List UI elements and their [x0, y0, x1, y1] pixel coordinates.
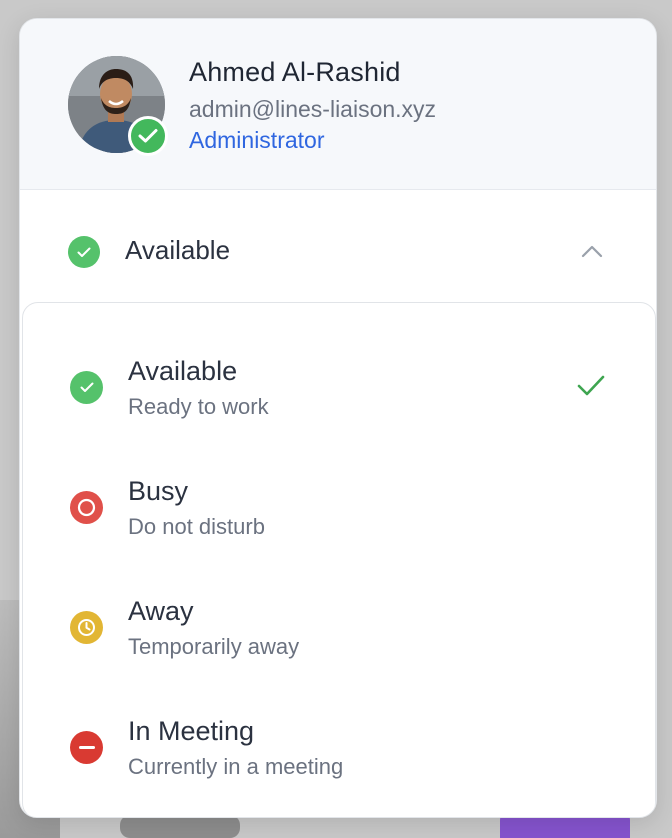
ring-circle-icon: [70, 491, 103, 524]
current-status-label: Available: [125, 235, 231, 265]
status-selector-toggle[interactable]: Available: [20, 191, 656, 303]
selected-check-icon: [577, 375, 605, 396]
check-circle-icon: [70, 371, 103, 404]
online-badge: [128, 116, 168, 156]
status-option-available[interactable]: Available Ready to work: [23, 318, 655, 438]
status-popover: Ahmed Al-Rashid admin@lines-liaison.xyz …: [19, 18, 657, 818]
status-option-busy[interactable]: Busy Do not disturb: [23, 438, 655, 558]
user-name: Ahmed Al-Rashid: [189, 57, 401, 87]
profile-header: Ahmed Al-Rashid admin@lines-liaison.xyz …: [20, 19, 656, 190]
chevron-up-icon[interactable]: [580, 241, 604, 261]
option-title: Away: [128, 596, 194, 626]
user-role: Administrator: [189, 127, 325, 153]
status-options-menu: Available Ready to work Busy Do not dist…: [22, 302, 656, 817]
option-subtitle: Ready to work: [128, 394, 269, 419]
option-subtitle: Do not disturb: [128, 514, 265, 539]
backdrop-shape: [120, 815, 240, 838]
option-title: Busy: [128, 476, 189, 506]
option-title: In Meeting: [128, 716, 255, 746]
status-option-away[interactable]: Away Temporarily away: [23, 558, 655, 678]
clock-icon: [70, 611, 103, 644]
avatar: [68, 56, 168, 156]
status-option-in-meeting[interactable]: In Meeting Currently in a meeting: [23, 678, 655, 798]
user-email: admin@lines-liaison.xyz: [189, 96, 437, 122]
minus-circle-icon: [70, 731, 103, 764]
check-icon: [138, 129, 158, 143]
option-title: Available: [128, 356, 238, 386]
option-subtitle: Temporarily away: [128, 634, 300, 659]
check-circle-icon: [68, 236, 100, 268]
option-subtitle: Currently in a meeting: [128, 754, 344, 779]
